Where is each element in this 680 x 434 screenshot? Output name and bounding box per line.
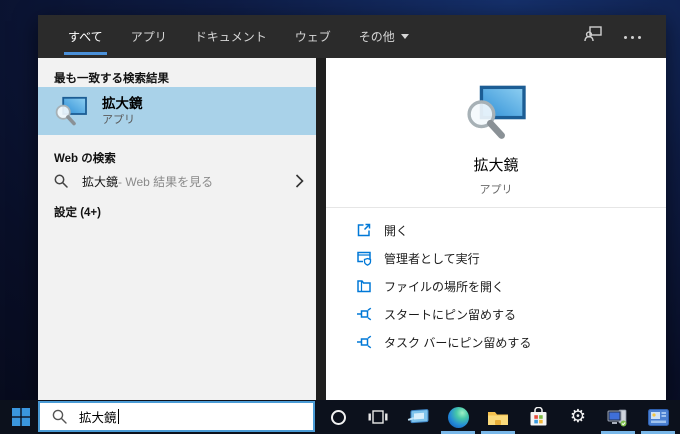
tab-documents[interactable]: ドキュメント (181, 15, 281, 58)
search-icon (54, 174, 68, 188)
web-search-query: 拡大鏡 (82, 174, 119, 189)
action-label: 管理者として実行 (384, 251, 480, 266)
action-pin-to-start[interactable]: スタートにピン留めする (326, 300, 666, 328)
preview-pane: 拡大鏡 アプリ 開く 管理者として実行 ファイルの場所を開く スタートにピン留め… (326, 58, 666, 400)
magnifier-app-icon-large (467, 85, 526, 139)
search-icon (52, 409, 67, 424)
magnifier-app-icon (55, 96, 87, 126)
action-list: 開く 管理者として実行 ファイルの場所を開く スタートにピン留めする タスク バ… (326, 216, 666, 356)
chevron-right-icon[interactable] (295, 174, 304, 188)
action-run-as-admin[interactable]: 管理者として実行 (326, 244, 666, 272)
settings-header[interactable]: 設定 (4+) (54, 204, 101, 220)
tab-web[interactable]: ウェブ (281, 15, 345, 58)
web-search-suffix: - Web 結果を見る (118, 174, 214, 189)
action-pin-to-taskbar[interactable]: タスク バーにピン留めする (326, 328, 666, 356)
pin-to-taskbar-icon (357, 335, 372, 349)
my-computer-icon[interactable] (598, 400, 638, 434)
web-search-result[interactable]: 拡大鏡 - Web 結果を見る (38, 168, 316, 194)
app-title: 拡大鏡 (473, 157, 519, 174)
tab-more-label: その他 (358, 30, 395, 44)
more-options-icon[interactable] (624, 35, 642, 39)
desktop-background: すべて アプリ ドキュメント ウェブ その他 最も一致する検索結果 拡大鏡 アプ… (0, 0, 680, 434)
edge-icon[interactable] (438, 400, 478, 434)
tab-all[interactable]: すべて (54, 15, 117, 58)
file-explorer-icon[interactable] (478, 400, 518, 434)
action-open-file-location[interactable]: ファイルの場所を開く (326, 272, 666, 300)
results-pane: 最も一致する検索結果 拡大鏡 アプリ Web の検索 拡大鏡 - Web 結果を… (38, 58, 316, 400)
tab-apps[interactable]: アプリ (117, 15, 181, 58)
task-view-icon[interactable] (358, 400, 398, 434)
tab-more[interactable]: その他 (345, 15, 423, 58)
action-label: タスク バーにピン留めする (384, 335, 532, 350)
action-label: スタートにピン留めする (384, 307, 517, 322)
open-icon (357, 223, 371, 237)
open-file-location-icon (357, 280, 371, 293)
windows-start-icon[interactable] (8, 400, 34, 434)
search-input-value: 拡大鏡 (79, 411, 117, 425)
best-match-header: 最も一致する検索結果 (54, 73, 169, 85)
action-label: ファイルの場所を開く (384, 279, 505, 294)
settings-icon[interactable]: ⚙ (558, 400, 598, 434)
taskbar: 拡大鏡 ⚙ (0, 400, 680, 434)
microsoft-store-icon[interactable] (518, 400, 558, 434)
search-header: すべて アプリ ドキュメント ウェブ その他 (38, 15, 666, 58)
best-match-title: 拡大鏡 (102, 96, 143, 111)
web-search-header: Web の検索 (54, 153, 116, 165)
user-account-icon[interactable] (584, 26, 602, 47)
app-subtitle: アプリ (479, 184, 513, 196)
best-match-result[interactable]: 拡大鏡 アプリ (38, 87, 316, 135)
pin-to-start-icon (357, 307, 372, 321)
app-window-icon[interactable] (398, 400, 438, 434)
best-match-subtitle: アプリ (102, 114, 135, 126)
action-label: 開く (384, 223, 409, 238)
action-open[interactable]: 開く (326, 216, 666, 244)
search-flyout-window: すべて アプリ ドキュメント ウェブ その他 最も一致する検索結果 拡大鏡 アプ… (38, 15, 666, 400)
divider (326, 207, 666, 208)
cortana-icon[interactable] (318, 400, 358, 434)
taskbar-search-input[interactable]: 拡大鏡 (38, 401, 315, 432)
chevron-down-icon (400, 34, 409, 39)
search-tabs: すべて アプリ ドキュメント ウェブ その他 (54, 15, 423, 58)
text-caret (117, 409, 119, 424)
run-as-admin-icon (357, 251, 372, 266)
blue-app-icon[interactable] (638, 400, 678, 434)
